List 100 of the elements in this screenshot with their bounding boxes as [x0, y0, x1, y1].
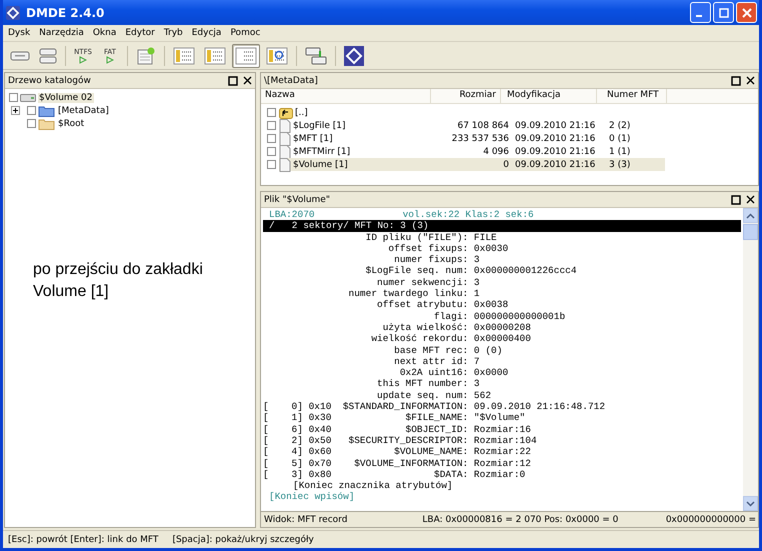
- annotation-text: po przejściu do zakładki Volume [1]: [33, 260, 204, 302]
- window-title: DMDE 2.4.0: [26, 6, 104, 20]
- restore-icon[interactable]: [731, 76, 741, 86]
- record-line: vol.sek:22 Klas:2 sek:6: [402, 209, 534, 220]
- column-header[interactable]: Nazwa: [261, 89, 431, 103]
- maximize-button[interactable]: [713, 2, 734, 23]
- panel-title: Plik "$Volume": [264, 194, 330, 204]
- tree-item[interactable]: $Volume 02: [38, 92, 94, 102]
- menu-item[interactable]: Narzędzia: [39, 28, 84, 38]
- table-cell-text: 67 108 864: [456, 120, 509, 130]
- table-cell-text: 2 (2): [608, 120, 632, 130]
- expand-icon[interactable]: [11, 106, 20, 115]
- record-line: użyta wielkość: 0x00000208: [382, 322, 532, 334]
- table-cell-text: 09.09.2010 21:16: [514, 120, 596, 130]
- restore-icon[interactable]: [228, 76, 238, 86]
- status-text: [Spacja]: pokaż/ukryj szczegóły: [172, 534, 314, 544]
- table-cell-text: 233 537 536: [450, 134, 509, 144]
- file-icon: [279, 158, 291, 172]
- scrollbar[interactable]: [743, 208, 758, 511]
- file-name: [..]: [295, 108, 308, 118]
- record-line: [Koniec znacznika atrybutów]: [292, 480, 454, 492]
- menu-item[interactable]: Dysk: [8, 28, 30, 38]
- menu-item[interactable]: Edytor: [125, 28, 155, 38]
- menu-item[interactable]: Tryb: [164, 28, 183, 38]
- column-header[interactable]: Rozmiar: [431, 89, 501, 103]
- toolbar-button[interactable]: [232, 44, 260, 68]
- record-line: offset fixups: 0x0030: [387, 242, 510, 254]
- record-line: numer twardego linku: 1: [348, 288, 481, 300]
- close-icon[interactable]: [746, 195, 755, 204]
- scrollbar-thumb[interactable]: [743, 224, 758, 240]
- panel-title: \[MetaData]: [264, 76, 318, 86]
- status-text: 0x000000000000 =: [666, 514, 757, 524]
- column-header[interactable]: Numer MFT: [597, 89, 667, 103]
- file-row[interactable]: [..]: [279, 106, 665, 119]
- checkbox[interactable]: [27, 119, 36, 128]
- table-cell-text: 09.09.2010 21:16: [514, 146, 596, 156]
- record-line: 0x2A uint16: 0x0000: [398, 367, 510, 378]
- menu-item[interactable]: Okna: [92, 28, 116, 38]
- record-line: wielkość rekordu: 0x00000400: [370, 333, 532, 345]
- folder-icon: [38, 104, 55, 116]
- file-icon: [279, 132, 291, 146]
- status-text: Widok: MFT record: [264, 514, 348, 524]
- record-line: base MFT rec: 0 (0): [393, 344, 504, 356]
- menu-item[interactable]: Pomoc: [230, 28, 260, 38]
- minimize-button[interactable]: [690, 2, 711, 23]
- app-logo-icon: [5, 4, 21, 20]
- status-text: LBA: 0x00000816 = 2 070 Pos: 0x0000 = 0: [422, 514, 618, 524]
- close-icon[interactable]: [746, 76, 755, 85]
- play-icon: [79, 56, 87, 64]
- panel-title: Drzewo katalogów: [8, 76, 91, 86]
- tree-item[interactable]: [MetaData]: [57, 106, 110, 116]
- tree-item[interactable]: $Root: [57, 118, 86, 128]
- table-cell-text: 0: [502, 160, 509, 170]
- record-line: this MFT number: 3: [376, 378, 481, 390]
- record-line: next attr id: 7: [393, 356, 481, 368]
- record-line: [ 4] 0x60 $VOLUME_NAME: Rozmiar:22: [263, 446, 532, 458]
- restore-icon[interactable]: [731, 194, 741, 204]
- close-icon[interactable]: [243, 76, 252, 85]
- maximize-icon: [718, 8, 728, 18]
- checkbox[interactable]: [267, 108, 276, 117]
- table-cell-text: 09.09.2010 21:16: [514, 134, 596, 144]
- file-row[interactable]: $Volume [1] 0 09.09.2010 21:16 3 (3): [279, 158, 665, 171]
- record-line: numer fixups: 3: [393, 254, 481, 266]
- record-line: numer sekwencji: 3: [376, 276, 481, 288]
- checkbox[interactable]: [27, 106, 36, 115]
- column-header[interactable]: Modyfikacja: [501, 89, 597, 103]
- file-row[interactable]: $LogFile [1] 67 108 864 09.09.2010 21:16 2 (2): [279, 119, 665, 132]
- scroll-down-icon[interactable]: [746, 500, 755, 506]
- close-button[interactable]: [736, 2, 757, 23]
- record-line: [ 5] 0x70 $VOLUME_INFORMATION: Rozmiar:12: [263, 458, 532, 469]
- record-line: [ 0] 0x10 $STANDARD_INFORMATION: 09.09.2010 21:16:48.712: [263, 401, 606, 412]
- close-icon: [742, 8, 752, 18]
- menu-item[interactable]: Edycja: [192, 28, 222, 38]
- scroll-up-icon[interactable]: [746, 212, 755, 218]
- checkbox[interactable]: [267, 121, 276, 130]
- checkbox[interactable]: [9, 93, 18, 102]
- record-line: [ 3] 0x80 $DATA: Rozmiar:0: [263, 468, 526, 480]
- checkbox[interactable]: [267, 147, 276, 156]
- file-name: $LogFile [1]: [293, 120, 346, 130]
- record-line: $LogFile seq. num: 0x000000001226ccc4: [364, 265, 578, 277]
- file-row[interactable]: $MFTMirr [1] 4 096 09.09.2010 21:16 1 (1): [279, 145, 665, 158]
- file-icon: [279, 144, 291, 158]
- drive-icon: [20, 92, 36, 102]
- record-line: offset atrybutu: 0x0038: [376, 299, 510, 311]
- record-line: update seq. num: 562: [376, 390, 492, 402]
- file-row[interactable]: $MFT [1] 233 537 536 09.09.2010 21:16 0 (1): [279, 132, 665, 145]
- record-line: [ 1] 0x30 $FILE_NAME: "$Volume": [263, 412, 526, 424]
- table-cell-text: 09.09.2010 21:16: [514, 160, 596, 170]
- file-name: $MFTMirr [1]: [293, 146, 350, 156]
- table-cell-text: 1 (1): [608, 146, 632, 156]
- record-line: [Koniec wpisów]: [268, 491, 356, 503]
- record-line: flagi: 000000000000001b: [433, 310, 566, 322]
- checkbox[interactable]: [267, 160, 276, 169]
- file-name: $Volume [1]: [293, 160, 348, 170]
- toolbar-button[interactable]: [341, 44, 367, 68]
- folder-icon: [38, 118, 55, 130]
- checkbox[interactable]: [267, 134, 276, 143]
- table-cell-text: 3 (3): [608, 160, 632, 170]
- file-name: $MFT [1]: [293, 134, 333, 144]
- record-line: [ 6] 0x40 $OBJECT_ID: Rozmiar:16: [263, 424, 532, 435]
